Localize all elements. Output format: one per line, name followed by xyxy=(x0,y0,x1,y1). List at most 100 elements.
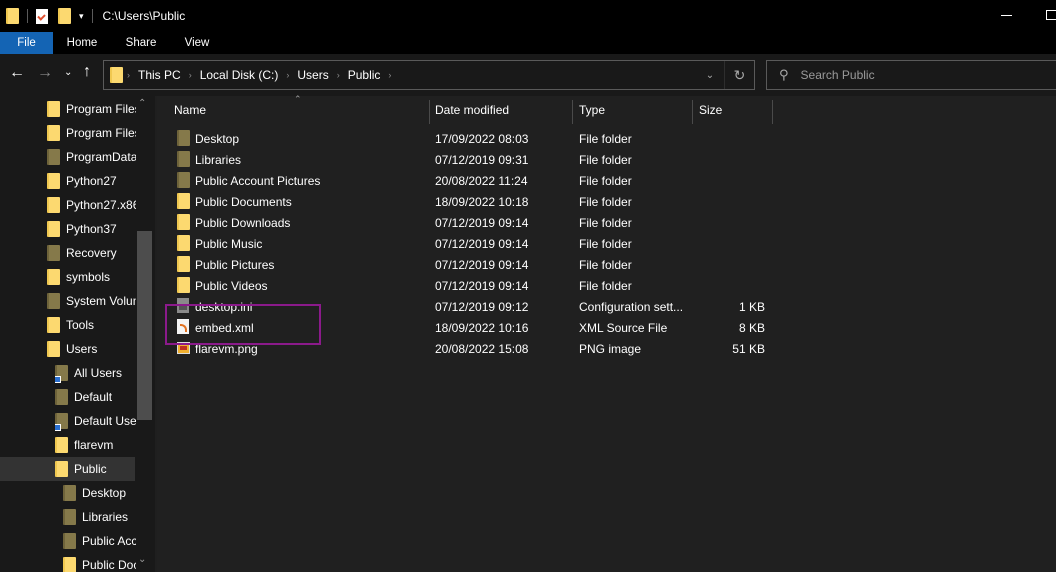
file-row[interactable]: Public Pictures 07/12/2019 09:14 File fold… xyxy=(167,254,767,275)
nav-item[interactable]: ProgramData xyxy=(47,145,136,169)
nav-item-label: Public Acc xyxy=(82,534,136,548)
file-row[interactable]: Libraries 07/12/2019 09:31 File folder xyxy=(167,149,767,170)
breadcrumb-separator-icon[interactable]: › xyxy=(189,70,192,80)
file-row[interactable]: Public Account Pictures 20/08/2022 11:24 F… xyxy=(167,170,767,191)
folder-icon xyxy=(55,365,68,383)
file-row[interactable]: Public Music 07/12/2019 09:14 File folder xyxy=(167,233,767,254)
search-icon: ⚲ xyxy=(779,67,789,82)
nav-item[interactable]: Public xyxy=(0,457,135,481)
nav-scrollbar-thumb[interactable] xyxy=(137,231,152,420)
file-date: 07/12/2019 09:14 xyxy=(435,278,529,293)
file-row[interactable]: Public Downloads 07/12/2019 09:14 File fol… xyxy=(167,212,767,233)
nav-item[interactable]: Program Files xyxy=(47,121,136,145)
file-type: File folder xyxy=(579,131,632,146)
file-row[interactable]: Public Documents 18/09/2022 10:18 File fol… xyxy=(167,191,767,212)
file-type: File folder xyxy=(579,152,632,167)
nav-item[interactable]: Default xyxy=(55,385,136,409)
file-row[interactable]: Desktop 17/09/2022 08:03 File folder xyxy=(167,128,767,149)
nav-item[interactable]: Libraries xyxy=(63,505,136,529)
refresh-icon[interactable]: ↻ xyxy=(724,61,754,89)
file-type: File folder xyxy=(579,194,632,209)
file-icon-wrapper xyxy=(177,298,189,316)
breadcrumb-separator-icon[interactable]: › xyxy=(286,70,289,80)
file-name: Public Documents xyxy=(195,194,292,209)
file-type: Configuration sett... xyxy=(579,299,684,314)
folder-icon xyxy=(55,461,68,477)
tab-share[interactable]: Share xyxy=(111,32,171,54)
file-row[interactable]: embed.xml 18/09/2022 10:16 XML Source File… xyxy=(167,317,767,338)
maximize-icon[interactable] xyxy=(1046,10,1056,20)
tab-file[interactable]: File xyxy=(0,32,53,54)
breadcrumb-separator-icon[interactable]: › xyxy=(127,70,130,80)
file-date: 17/09/2022 08:03 xyxy=(435,131,529,146)
file-row[interactable]: desktop.ini 07/12/2019 09:12 Configuration… xyxy=(167,296,767,317)
nav-item[interactable]: flarevm xyxy=(55,433,136,457)
file-name: Public Videos xyxy=(195,278,268,293)
file-size: 8 KB xyxy=(738,320,765,335)
tab-home[interactable]: Home xyxy=(53,32,111,54)
breadcrumb-local-disk[interactable]: Local Disk (C:) xyxy=(200,68,279,82)
ribbon-tabs: File Home Share View xyxy=(0,32,1056,54)
column-header-date-modified[interactable]: Date modified xyxy=(435,96,572,124)
nav-item[interactable]: Python37 xyxy=(47,217,136,241)
nav-item[interactable]: symbols xyxy=(47,265,136,289)
scroll-down-chevron-icon[interactable]: ⌄ xyxy=(138,554,146,565)
folder-icon xyxy=(63,533,76,549)
file-row[interactable]: Public Videos 07/12/2019 09:14 File folder xyxy=(167,275,767,296)
breadcrumb-public[interactable]: Public xyxy=(348,68,381,82)
column-header-size[interactable]: Size xyxy=(699,96,771,124)
file-date: 07/12/2019 09:14 xyxy=(435,257,529,272)
breadcrumb-separator-icon[interactable]: › xyxy=(337,70,340,80)
nav-item[interactable]: Python27 xyxy=(47,169,136,193)
nav-item[interactable]: Users xyxy=(47,337,136,361)
breadcrumb-this-pc[interactable]: This PC xyxy=(138,68,181,82)
customize-toolbar-icon[interactable]: ▾ xyxy=(79,11,84,22)
column-divider[interactable] xyxy=(692,100,693,124)
file-date: 07/12/2019 09:12 xyxy=(435,299,529,314)
minimize-icon[interactable] xyxy=(1001,15,1012,16)
forward-arrow-icon[interactable]: → xyxy=(37,64,53,82)
recent-locations-chevron-icon[interactable]: ⌄ xyxy=(64,67,72,78)
folder-icon xyxy=(177,277,190,293)
column-divider[interactable] xyxy=(572,100,573,124)
nav-item[interactable]: Desktop xyxy=(63,481,136,505)
column-header-type[interactable]: Type xyxy=(579,96,691,124)
nav-item[interactable]: All Users xyxy=(55,361,136,385)
file-row[interactable]: flarevm.png 20/08/2022 15:08 PNG image 51 K… xyxy=(167,338,767,359)
file-name: flarevm.png xyxy=(195,341,258,356)
nav-item[interactable]: Tools xyxy=(47,313,136,337)
nav-item[interactable]: Public Acc xyxy=(63,529,136,553)
breadcrumb-separator-icon[interactable]: › xyxy=(388,70,391,80)
column-header-name[interactable]: Name xyxy=(174,96,429,124)
file-icon-wrapper xyxy=(177,193,190,212)
up-arrow-icon[interactable]: ↑ xyxy=(83,63,91,81)
file-icon-wrapper xyxy=(177,214,190,233)
column-divider[interactable] xyxy=(772,100,773,124)
search-input[interactable] xyxy=(800,68,1041,82)
nav-item[interactable]: System Volume xyxy=(47,289,136,313)
file-type: PNG image xyxy=(579,341,642,356)
nav-item[interactable]: Default User xyxy=(55,409,136,433)
folder-icon xyxy=(177,151,190,167)
nav-item[interactable]: Python27.x86 xyxy=(47,193,136,217)
nav-item[interactable]: Public Doc xyxy=(63,553,136,572)
nav-item-label: Default xyxy=(74,390,113,404)
search-box[interactable]: ⚲ xyxy=(766,60,1056,90)
scroll-up-chevron-icon[interactable]: ⌃ xyxy=(138,98,146,109)
nav-item[interactable]: Recovery xyxy=(47,241,136,265)
new-folder-icon[interactable] xyxy=(58,8,71,24)
breadcrumb-users[interactable]: Users xyxy=(297,68,328,82)
image-file-icon xyxy=(177,342,190,354)
address-bar[interactable]: › This PC › Local Disk (C:) › Users › Pu… xyxy=(103,60,755,90)
properties-icon[interactable] xyxy=(36,8,48,24)
file-icon-wrapper xyxy=(177,235,190,254)
back-arrow-icon[interactable]: ← xyxy=(9,64,25,82)
file-name: Public Account Pictures xyxy=(195,173,321,188)
nav-item-label: Python27.x86 xyxy=(66,198,136,212)
folder-icon xyxy=(177,172,190,188)
nav-item[interactable]: Program Files xyxy=(47,97,136,121)
tab-view[interactable]: View xyxy=(171,32,223,54)
nav-item-label: All Users xyxy=(74,366,123,380)
address-dropdown-chevron-icon[interactable]: ⌄ xyxy=(700,64,720,86)
column-divider[interactable] xyxy=(429,100,430,124)
